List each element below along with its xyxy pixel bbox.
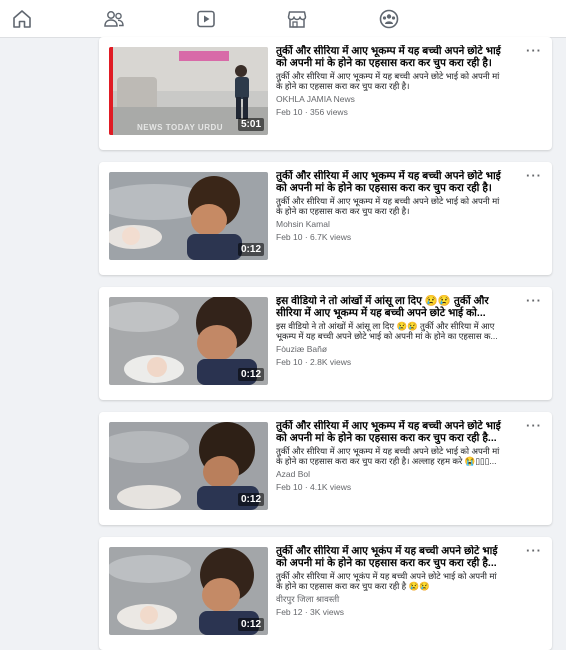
video-thumbnail[interactable]: 0:12 <box>109 172 268 260</box>
video-card[interactable]: 0:12 इस वीडियो ने तो आंखों में आंसू ला द… <box>99 287 552 400</box>
thumbnail-overlay-text: NEWS TODAY URDU <box>137 123 224 132</box>
video-description: तुर्की और सीरिया में आए भूकंप में यह बच्… <box>276 571 497 591</box>
video-card[interactable]: 0:12 तुर्की और सीरिया में आए भूकंप में य… <box>99 537 552 650</box>
video-title[interactable]: तुर्की और सीरिया में आए भूकंप में यह बच्… <box>276 545 522 569</box>
more-options-icon[interactable]: ··· <box>526 44 542 57</box>
more-options-icon[interactable]: ··· <box>526 544 542 557</box>
watch-icon[interactable] <box>195 9 217 29</box>
video-duration: 0:12 <box>237 243 264 256</box>
channel-name[interactable]: Azad Bol <box>276 469 310 479</box>
video-thumbnail[interactable]: 0:12 <box>109 297 268 385</box>
marketplace-icon[interactable] <box>286 9 308 29</box>
red-accent-bar <box>109 47 113 135</box>
friends-icon[interactable] <box>103 9 125 29</box>
channel-name[interactable]: OKHLA JAMIA News <box>276 94 355 104</box>
channel-name[interactable]: Mohsin Kamal <box>276 219 330 229</box>
video-title[interactable]: तुर्की और सीरिया में आए भूकम्प में यह बच… <box>276 420 522 444</box>
video-thumbnail[interactable]: 0:12 <box>109 547 268 635</box>
video-meta: Feb 10 · 2.8K views <box>276 357 352 367</box>
video-meta: Feb 10 · 4.1K views <box>276 482 352 492</box>
channel-name[interactable]: Fòuziæ Bañø <box>276 344 327 354</box>
video-description: इस वीडियो ने तो आंखों में आंसू ला दिए 😢😢… <box>276 321 498 341</box>
home-icon[interactable] <box>11 9 33 29</box>
video-thumbnail[interactable]: 0:12 <box>109 422 268 510</box>
video-title[interactable]: इस वीडियो ने तो आंखों में आंसू ला दिए 😢😢… <box>276 295 522 319</box>
video-card[interactable]: 0:12 तुर्की और सीरिया में आए भूकम्प में … <box>99 412 552 525</box>
more-options-icon[interactable]: ··· <box>526 419 542 432</box>
video-description: तुर्की और सीरिया में आए भूकम्प में यह बच… <box>276 196 500 216</box>
video-description: तुर्की और सीरिया में आए भूकम्प में यह बच… <box>276 71 500 91</box>
more-options-icon[interactable]: ··· <box>526 294 542 307</box>
video-thumbnail[interactable]: NEWS TODAY URDU 5:01 <box>109 47 268 135</box>
video-meta: Feb 10 · 356 views <box>276 107 348 117</box>
video-card[interactable]: 0:12 तुर्की और सीरिया में आए भूकम्प में … <box>99 162 552 275</box>
video-duration: 0:12 <box>237 618 264 631</box>
channel-name[interactable]: वीरपुर जिला श्रावस्ती <box>276 594 339 605</box>
video-meta: Feb 12 · 3K views <box>276 607 345 617</box>
groups-icon[interactable] <box>378 9 400 29</box>
video-title[interactable]: तुर्की और सीरिया में आए भूकम्प में यह बच… <box>276 45 522 69</box>
top-navigation-bar <box>0 0 566 38</box>
video-duration: 0:12 <box>237 493 264 506</box>
video-title[interactable]: तुर्की और सीरिया में आए भूकम्प में यह बच… <box>276 170 522 194</box>
video-meta: Feb 10 · 6.7K views <box>276 232 352 242</box>
video-duration: 0:12 <box>237 368 264 381</box>
more-options-icon[interactable]: ··· <box>526 169 542 182</box>
video-description: तुर्की और सीरिया में आए भूकम्प में यह बच… <box>276 446 500 466</box>
video-card[interactable]: NEWS TODAY URDU 5:01 तुर्की और सीरिया मे… <box>99 37 552 150</box>
video-duration: 5:01 <box>237 118 264 131</box>
